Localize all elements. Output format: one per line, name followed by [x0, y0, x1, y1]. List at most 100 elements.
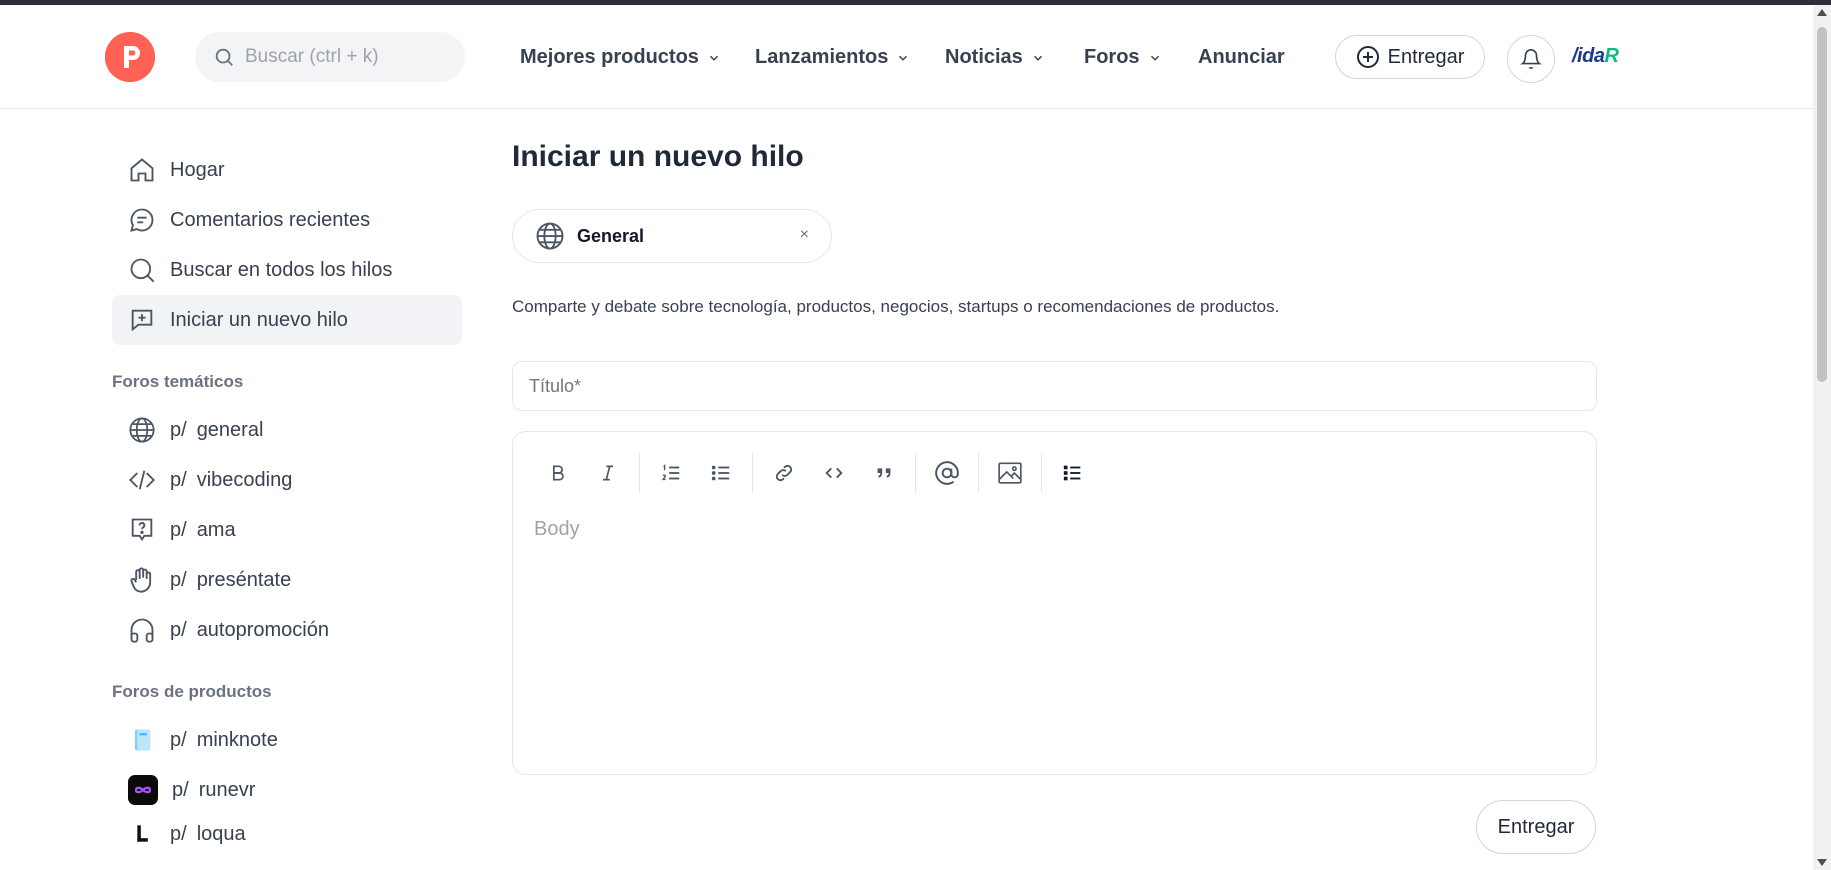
forum-prefix: p/ [170, 518, 187, 541]
italic-icon [603, 465, 613, 481]
forum-name: loqua [196, 823, 246, 845]
nav-forums[interactable]: Foros [1084, 35, 1162, 79]
forum-item-self-promotion[interactable]: p/autopromoción [112, 605, 462, 655]
comment-icon [130, 208, 154, 232]
brand-text-accent: R [1604, 45, 1619, 67]
image-icon [998, 462, 1022, 484]
chevron-down-icon [899, 55, 908, 61]
forum-prefix: p/ [170, 618, 187, 641]
nav-news[interactable]: Noticias [945, 35, 1045, 79]
scroll-down-arrow-icon[interactable] [1817, 859, 1827, 866]
forum-prefix: p/ [170, 568, 187, 591]
close-icon[interactable]: × [800, 226, 809, 244]
forum-item-loqua[interactable]: p/loqua [112, 815, 462, 845]
ordered-list-icon [661, 464, 680, 481]
forum-item-minknote[interactable]: p/minknote [112, 715, 462, 765]
logo-icon [105, 32, 155, 82]
sidebar-item-recent-comments[interactable]: Comentarios recientes [112, 195, 462, 245]
forum-prefix: p/ [170, 728, 187, 751]
chevron-down-icon [1033, 55, 1042, 61]
user-avatar-brand[interactable]: /idaR [1572, 45, 1619, 68]
header-submit-label: Entregar [1387, 45, 1465, 68]
scroll-thumb[interactable] [1817, 27, 1827, 382]
globe-icon [536, 222, 564, 250]
scroll-up-arrow-icon[interactable] [1817, 9, 1827, 16]
hand-icon [130, 567, 152, 593]
nav-best-products-label: Mejores productos [520, 45, 699, 68]
globe-icon [129, 417, 155, 443]
new-thread-icon [131, 309, 153, 332]
forum-name: autopromoción [196, 618, 329, 641]
left-sidebar: Hogar Comentarios recientes Buscar en to… [112, 145, 462, 845]
toolbar-divider [915, 453, 916, 493]
quote-button[interactable] [859, 452, 909, 494]
bold-icon [553, 465, 564, 481]
forum-selector-chip[interactable]: General × [512, 209, 832, 263]
list-format-button[interactable] [1048, 452, 1098, 494]
main-content: Iniciar un nuevo hilo General × Comparte… [512, 140, 1597, 854]
toolbar-divider [752, 453, 753, 493]
search-box[interactable] [195, 32, 465, 82]
home-icon [130, 158, 154, 182]
bullet-list-button[interactable] [696, 452, 746, 494]
nav-best-products[interactable]: Mejores productos [520, 35, 721, 79]
forum-prefix: p/ [170, 823, 187, 845]
nav-launches[interactable]: Lanzamientos [755, 35, 910, 79]
infinity-icon [128, 775, 158, 805]
forum-item-ama[interactable]: p/ama [112, 505, 462, 555]
code-button[interactable] [809, 452, 859, 494]
nav-advertise-label: Anunciar [1198, 45, 1285, 68]
nav-advertise[interactable]: Anunciar [1198, 35, 1285, 79]
vertical-scrollbar[interactable] [1813, 5, 1831, 870]
headphones-icon [130, 618, 154, 643]
forum-name: ama [196, 518, 236, 541]
product-hunt-logo[interactable] [105, 32, 155, 82]
forum-name: vibecoding [196, 468, 293, 491]
chevron-down-icon [709, 55, 718, 61]
mention-button[interactable] [922, 452, 972, 494]
forum-item-general[interactable]: p/general [112, 405, 462, 455]
sidebar-item-label: Buscar en todos los hilos [170, 258, 393, 281]
loqua-icon [137, 825, 148, 842]
ordered-list-button[interactable] [646, 452, 696, 494]
code-icon [129, 470, 155, 490]
nav-news-label: Noticias [945, 45, 1023, 68]
forum-item-introduce[interactable]: p/preséntate [112, 555, 462, 605]
image-button[interactable] [985, 452, 1035, 494]
search-icon [215, 48, 233, 66]
brand-text: /ida [1572, 45, 1605, 67]
search-input[interactable] [245, 46, 455, 68]
product-forums-heading: Foros de productos [112, 682, 272, 701]
sidebar-item-search-threads[interactable]: Buscar en todos los hilos [112, 245, 462, 295]
link-button[interactable] [759, 452, 809, 494]
italic-button[interactable] [583, 452, 633, 494]
code-icon [825, 467, 843, 479]
quote-icon [877, 468, 891, 478]
question-icon [131, 518, 153, 542]
mention-icon [935, 461, 959, 485]
sidebar-item-new-thread[interactable]: Iniciar un nuevo hilo [112, 295, 462, 345]
body-editor[interactable]: Body [512, 431, 1597, 775]
bell-icon [1520, 49, 1542, 69]
forum-item-runevr[interactable]: p/runevr [112, 765, 462, 815]
sidebar-item-label: Hogar [170, 158, 225, 181]
forum-prefix: p/ [170, 418, 187, 441]
forum-item-vibecoding[interactable]: p/vibecoding [112, 455, 462, 505]
sidebar-item-home[interactable]: Hogar [112, 145, 462, 195]
topic-forums-heading: Foros temáticos [112, 372, 244, 391]
submit-thread-button[interactable]: Entregar [1476, 800, 1596, 854]
toolbar-divider [639, 453, 640, 493]
notifications-button[interactable] [1507, 35, 1555, 83]
toolbar-divider [978, 453, 979, 493]
thread-title-input[interactable] [512, 361, 1597, 411]
nav-forums-label: Foros [1084, 45, 1140, 68]
search-icon [130, 258, 155, 283]
nav-launches-label: Lanzamientos [755, 45, 889, 68]
body-placeholder: Body [534, 518, 580, 540]
notebook-icon [135, 729, 151, 751]
top-header: Mejores productos Lanzamientos Noticias … [0, 5, 1813, 109]
header-submit-button[interactable]: Entregar [1335, 35, 1485, 79]
sidebar-item-label: Comentarios recientes [170, 208, 371, 231]
forum-name: runevr [198, 778, 256, 801]
bold-button[interactable] [533, 452, 583, 494]
